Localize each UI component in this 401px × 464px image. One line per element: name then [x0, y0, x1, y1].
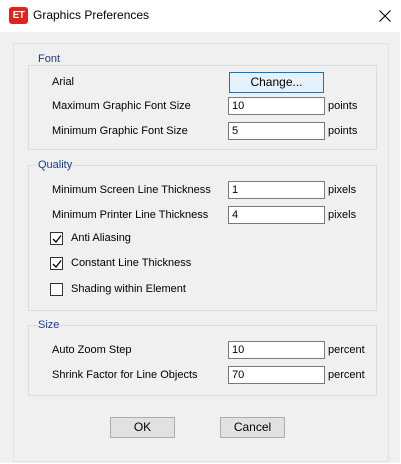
- window-title: Graphics Preferences: [33, 8, 150, 22]
- checkmark-icon: [52, 260, 62, 268]
- anti-aliasing-label: Anti Aliasing: [71, 232, 131, 244]
- shrink-factor-label: Shrink Factor for Line Objects: [52, 369, 198, 381]
- shading-label: Shading within Element: [71, 283, 186, 295]
- screen-line-thickness-unit: pixels: [328, 184, 357, 196]
- shrink-factor-unit: percent: [328, 369, 365, 381]
- printer-line-thickness-unit: pixels: [328, 209, 357, 221]
- shrink-factor-input[interactable]: 70: [228, 366, 325, 384]
- printer-line-thickness-label: Minimum Printer Line Thickness: [52, 209, 209, 221]
- zoom-step-unit: percent: [328, 344, 365, 356]
- min-font-size-input[interactable]: 5: [228, 122, 325, 140]
- checkmark-icon: [52, 235, 62, 243]
- screen-line-thickness-input[interactable]: 1: [228, 181, 325, 199]
- printer-line-thickness-input[interactable]: 4: [228, 206, 325, 224]
- anti-aliasing-checkbox[interactable]: [50, 232, 63, 245]
- ok-button[interactable]: OK: [110, 417, 175, 438]
- min-font-size-label: Minimum Graphic Font Size: [52, 125, 188, 137]
- constant-line-thickness-label: Constant Line Thickness: [71, 257, 192, 269]
- change-font-button[interactable]: Change...: [229, 72, 324, 93]
- max-font-size-label: Maximum Graphic Font Size: [52, 100, 191, 112]
- zoom-step-label: Auto Zoom Step: [52, 344, 132, 356]
- cancel-button[interactable]: Cancel: [220, 417, 285, 438]
- min-font-size-unit: points: [328, 125, 358, 137]
- zoom-step-input[interactable]: 10: [228, 341, 325, 359]
- max-font-size-unit: points: [328, 100, 358, 112]
- size-group-title: Size: [37, 319, 61, 331]
- font-group-title: Font: [37, 53, 62, 65]
- app-icon: ET: [9, 7, 28, 24]
- title-bar: ET Graphics Preferences: [0, 0, 401, 32]
- current-font-label: Arial: [52, 76, 75, 88]
- quality-group-title: Quality: [37, 159, 74, 171]
- close-button[interactable]: [369, 0, 401, 32]
- screen-line-thickness-label: Minimum Screen Line Thickness: [52, 184, 211, 196]
- max-font-size-input[interactable]: 10: [228, 97, 325, 115]
- shading-checkbox[interactable]: [50, 283, 63, 296]
- constant-line-thickness-checkbox[interactable]: [50, 257, 63, 270]
- close-icon: [379, 10, 391, 22]
- size-group: [28, 325, 377, 396]
